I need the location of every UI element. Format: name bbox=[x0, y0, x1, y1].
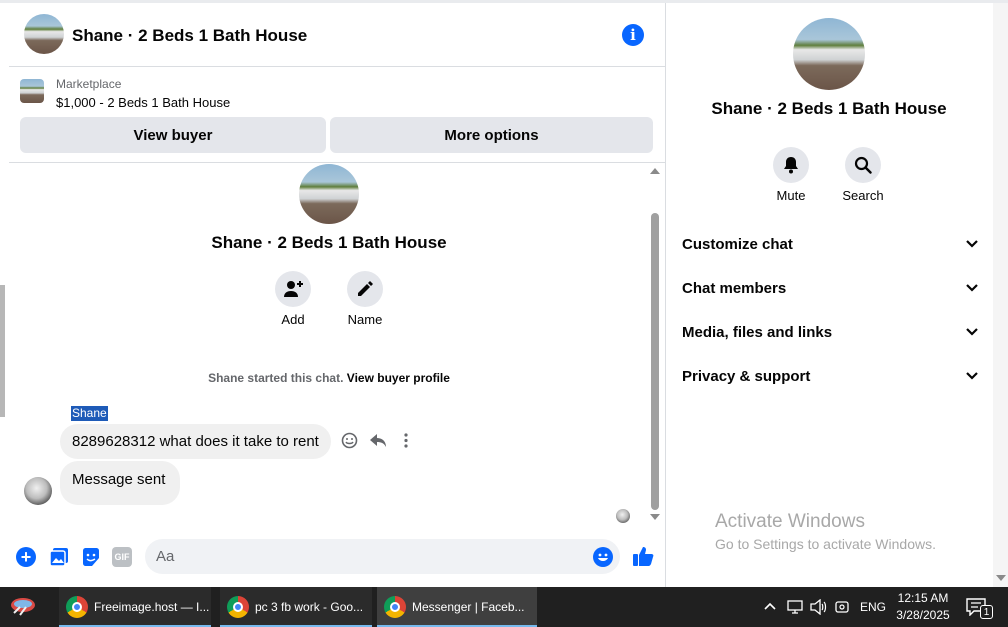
taskbar-app-freeimage[interactable]: Freeimage.host — I... bbox=[59, 587, 211, 627]
info-icon[interactable]: i bbox=[622, 24, 644, 46]
person-add-icon bbox=[284, 281, 303, 297]
listing-title[interactable]: $1,000 - 2 Beds 1 Bath House bbox=[56, 95, 230, 110]
more-options-button[interactable]: More options bbox=[330, 117, 653, 153]
message-bubble[interactable]: 8289628312 what does it take to rent bbox=[60, 424, 331, 459]
chat-title: Shane · 2 Beds 1 Bath House bbox=[211, 233, 447, 252]
view-buyer-profile-link[interactable]: View buyer profile bbox=[347, 371, 450, 385]
clock-time[interactable]: 12:15 AM bbox=[890, 591, 956, 605]
taskbar-app-messenger[interactable]: Messenger | Faceb... bbox=[377, 587, 537, 627]
section-customize-chat[interactable]: Customize chat bbox=[682, 233, 978, 255]
chevron-down-icon bbox=[966, 372, 978, 380]
header-avatar[interactable] bbox=[24, 14, 64, 54]
chat-started-text: Shane started this chat. bbox=[208, 371, 344, 385]
marketplace-label: Marketplace bbox=[56, 77, 122, 91]
name-button[interactable] bbox=[347, 271, 383, 307]
taskbar-app-label: Messenger | Faceb... bbox=[412, 600, 525, 614]
clock-date[interactable]: 3/28/2025 bbox=[890, 608, 956, 622]
composer-bar: + GIF Aa bbox=[9, 534, 665, 580]
chevron-down-icon bbox=[966, 284, 978, 292]
activation-watermark-subtitle: Go to Settings to activate Windows. bbox=[715, 536, 936, 552]
emoji-reaction-icon[interactable] bbox=[341, 432, 358, 449]
sender-name: Shane bbox=[71, 406, 108, 421]
activation-watermark-title: Activate Windows bbox=[715, 511, 865, 532]
volume-icon[interactable] bbox=[810, 599, 828, 615]
scrollbar-thumb[interactable] bbox=[651, 213, 659, 510]
sidebar-title: Shane · 2 Beds 1 Bath House bbox=[711, 99, 947, 118]
network-icon[interactable] bbox=[787, 599, 803, 615]
section-chat-members[interactable]: Chat members bbox=[682, 277, 978, 299]
plus-icon[interactable]: + bbox=[16, 547, 36, 567]
chat-started-notice: Shane started this chat. View buyer prof… bbox=[9, 371, 649, 385]
page-title: Shane · 2 Beds 1 Bath House bbox=[72, 26, 308, 45]
reply-icon[interactable] bbox=[369, 432, 387, 449]
chrome-icon bbox=[227, 596, 249, 618]
mute-button[interactable] bbox=[773, 147, 809, 183]
taskbar: Freeimage.host — I... pc 3 fb work - Goo… bbox=[0, 587, 1008, 627]
message-text: 8289628312 what does it take to rent bbox=[72, 433, 319, 450]
bell-icon bbox=[784, 157, 798, 174]
chrome-icon bbox=[66, 596, 88, 618]
sticker-icon[interactable] bbox=[81, 547, 101, 567]
chat-header: Shane · 2 Beds 1 Bath House i bbox=[9, 3, 666, 67]
thumbs-up-icon[interactable] bbox=[632, 545, 654, 567]
listing-thumbnail[interactable] bbox=[20, 79, 44, 103]
message-input-placeholder: Aa bbox=[156, 548, 175, 565]
seen-avatar bbox=[616, 509, 630, 523]
page-scrollbar-left[interactable] bbox=[0, 285, 5, 417]
window-scrollbar[interactable] bbox=[993, 3, 1008, 587]
scroll-up-arrow[interactable] bbox=[650, 168, 660, 174]
message-input[interactable]: Aa bbox=[145, 539, 620, 574]
start-app-icon bbox=[11, 598, 35, 616]
section-media-files-links[interactable]: Media, files and links bbox=[682, 321, 978, 343]
chrome-icon bbox=[384, 596, 406, 618]
scroll-down-arrow[interactable] bbox=[650, 514, 660, 520]
add-people-button[interactable] bbox=[275, 271, 311, 307]
search-label: Search bbox=[842, 188, 884, 203]
user-avatar[interactable] bbox=[24, 477, 52, 505]
mute-label: Mute bbox=[776, 188, 806, 203]
taskbar-app-label: Freeimage.host — I... bbox=[94, 600, 210, 614]
start-button[interactable] bbox=[8, 593, 48, 621]
more-icon[interactable] bbox=[398, 432, 414, 449]
taskbar-app-label: pc 3 fb work - Goo... bbox=[255, 600, 364, 614]
name-label: Name bbox=[347, 312, 383, 327]
pencil-icon bbox=[358, 281, 373, 296]
section-label: Privacy & support bbox=[682, 367, 811, 385]
taskbar-app-pc3[interactable]: pc 3 fb work - Goo... bbox=[220, 587, 372, 627]
image-icon[interactable] bbox=[49, 547, 69, 567]
chat-info-sidebar: Shane · 2 Beds 1 Bath House Mute Search … bbox=[666, 3, 992, 587]
section-privacy-support[interactable]: Privacy & support bbox=[682, 365, 978, 387]
view-buyer-button[interactable]: View buyer bbox=[20, 117, 326, 153]
chevron-down-icon bbox=[966, 328, 978, 336]
marketplace-banner: Marketplace $1,000 - 2 Beds 1 Bath House… bbox=[9, 67, 666, 163]
camera-icon[interactable] bbox=[835, 599, 851, 615]
chat-avatar[interactable] bbox=[299, 164, 359, 224]
search-button[interactable] bbox=[845, 147, 881, 183]
chevron-down-icon bbox=[966, 240, 978, 248]
chevron-up-icon[interactable] bbox=[764, 601, 776, 611]
section-label: Media, files and links bbox=[682, 323, 833, 341]
window-scroll-down-arrow[interactable] bbox=[996, 575, 1006, 581]
section-label: Chat members bbox=[682, 279, 787, 297]
gif-icon[interactable]: GIF bbox=[112, 547, 132, 567]
emoji-icon[interactable] bbox=[593, 547, 613, 567]
search-icon bbox=[854, 156, 872, 174]
message-text: Message sent bbox=[72, 471, 166, 488]
sidebar-avatar[interactable] bbox=[793, 18, 865, 90]
notification-count-badge: 1 bbox=[980, 605, 993, 619]
add-label: Add bbox=[281, 312, 305, 327]
section-label: Customize chat bbox=[682, 235, 793, 253]
message-bubble[interactable]: Message sent bbox=[60, 461, 180, 505]
language-indicator[interactable]: ENG bbox=[860, 600, 886, 614]
